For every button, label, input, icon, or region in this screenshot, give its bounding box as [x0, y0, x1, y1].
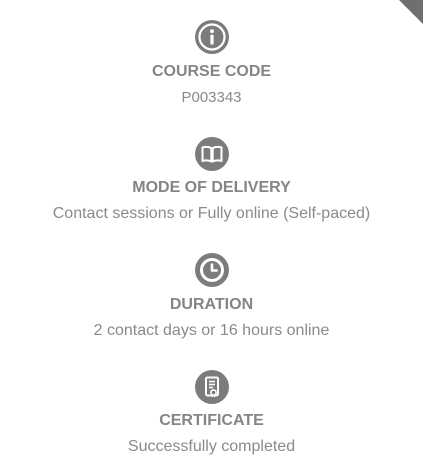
info-icon: [194, 20, 229, 54]
certificate-icon: [194, 370, 229, 404]
corner-fold: [399, 0, 423, 24]
clock-icon: [194, 253, 229, 287]
certificate-value: Successfully completed: [127, 438, 296, 455]
mode-of-delivery-value: Contact sessions or Fully online (Self-p…: [52, 205, 371, 222]
duration-label: DURATION: [169, 296, 254, 313]
course-code-label: COURSE CODE: [151, 63, 272, 80]
book-icon: [194, 137, 229, 171]
mode-of-delivery-label: MODE OF DELIVERY: [132, 179, 291, 196]
course-code-value: P003343: [181, 89, 242, 106]
duration-value: 2 contact days or 16 hours online: [93, 322, 330, 339]
certificate-label: CERTIFICATE: [159, 412, 264, 429]
